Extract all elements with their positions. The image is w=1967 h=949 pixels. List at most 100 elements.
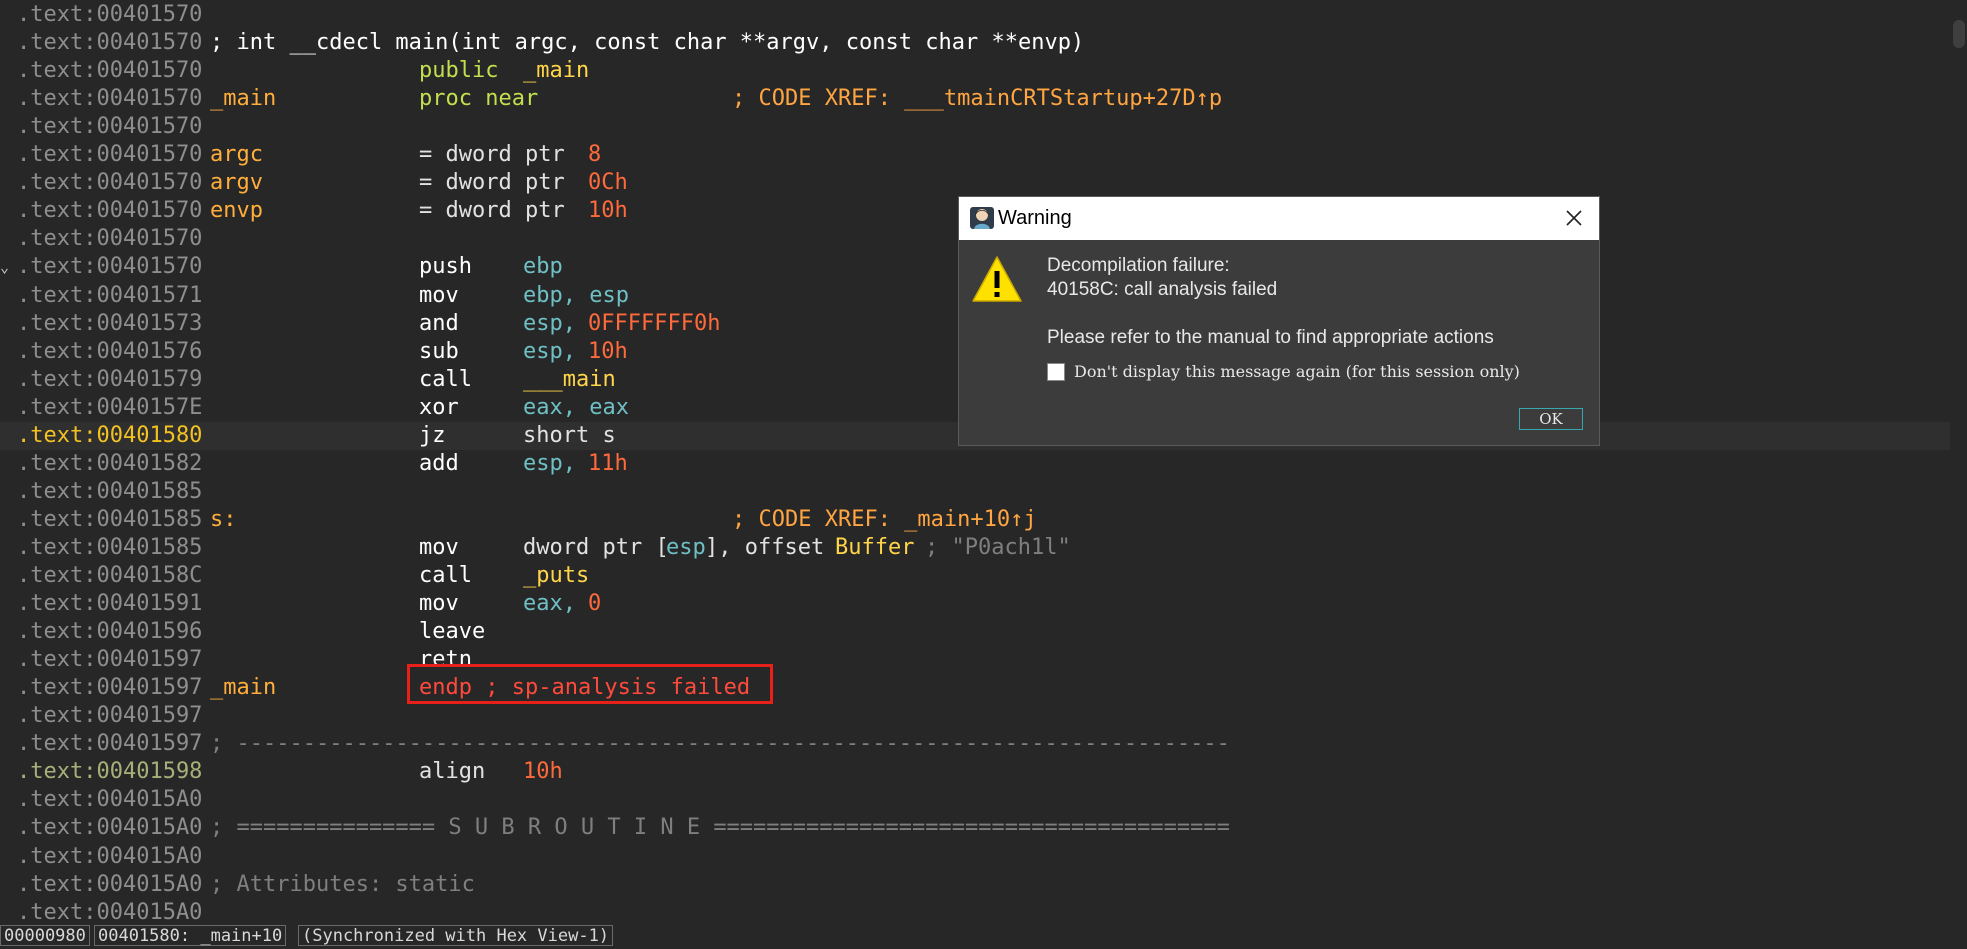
- code-line[interactable]: .text:00401585 s: ; CODE XREF: _main+10↑j: [0, 506, 1950, 534]
- code-token-comment[interactable]: ; =============== S U B R O U T I N E ==…: [210, 814, 1230, 842]
- code-token-plain[interactable]: short s: [523, 422, 616, 450]
- line-address[interactable]: .text:00401570: [17, 169, 202, 197]
- line-address[interactable]: .text:00401597: [17, 730, 202, 758]
- code-token-plain[interactable]: dword ptr [: [523, 534, 669, 562]
- code-line[interactable]: .text:00401585 mov dword ptr [esp], offset…: [0, 534, 1950, 562]
- code-token-num[interactable]: 8: [588, 141, 601, 169]
- code-token-kw[interactable]: call: [419, 562, 472, 590]
- code-token-name[interactable]: Buffer: [835, 534, 914, 562]
- code-token-xref[interactable]: ; CODE XREF: ___tmainCRTStartup+27D↑p: [732, 85, 1222, 113]
- code-token-num[interactable]: 0: [588, 590, 601, 618]
- code-token-num[interactable]: 10h: [588, 197, 628, 225]
- line-address[interactable]: .text:00401570: [17, 197, 202, 225]
- code-line[interactable]: .text:00401591 mov eax, 0: [0, 590, 1950, 618]
- line-address[interactable]: .text:00401598: [17, 758, 202, 786]
- line-address[interactable]: .text:00401570: [17, 1, 202, 29]
- line-address[interactable]: .text:00401596: [17, 618, 202, 646]
- code-token-label[interactable]: envp: [210, 197, 263, 225]
- line-address[interactable]: .text:00401582: [17, 450, 202, 478]
- code-token-num[interactable]: 0FFFFFFF0h: [588, 310, 720, 338]
- code-token-kw[interactable]: and: [419, 310, 459, 338]
- line-address[interactable]: .text:004015A0: [17, 843, 202, 871]
- code-line[interactable]: .text:00401585: [0, 478, 1950, 506]
- line-address[interactable]: .text:00401570: [17, 141, 202, 169]
- code-token-num[interactable]: 11h: [588, 450, 628, 478]
- line-address[interactable]: .text:00401585: [17, 506, 202, 534]
- line-address[interactable]: .text:00401570: [17, 29, 202, 57]
- code-token-kw[interactable]: leave: [419, 618, 485, 646]
- disassembly-view[interactable]: .text:00401570 .text:00401570; int __cdec…: [0, 0, 1950, 920]
- code-token-label[interactable]: argc: [210, 141, 263, 169]
- code-token-plain[interactable]: ], offset: [705, 534, 824, 562]
- line-address[interactable]: .text:00401585: [17, 478, 202, 506]
- line-address[interactable]: .text:00401570: [17, 57, 202, 85]
- line-address[interactable]: .text:004015A0: [17, 786, 202, 814]
- code-token-kw[interactable]: add: [419, 450, 459, 478]
- code-token-plain[interactable]: = dword ptr: [419, 197, 565, 225]
- scroll-thumb[interactable]: [1953, 20, 1965, 48]
- code-line[interactable]: .text:00401596 leave: [0, 618, 1950, 646]
- line-address[interactable]: .text:004015A0: [17, 814, 202, 842]
- code-token-kw[interactable]: sub: [419, 338, 459, 366]
- code-token-label[interactable]: _main: [210, 85, 276, 113]
- code-token-plain[interactable]: = dword ptr: [419, 169, 565, 197]
- line-address[interactable]: .text:004015A0: [17, 899, 202, 920]
- code-token-kw[interactable]: jz: [419, 422, 446, 450]
- dialog-title-bar[interactable]: Warning: [959, 197, 1599, 240]
- code-token-kw[interactable]: mov: [419, 282, 459, 310]
- code-line[interactable]: .text:00401597 retn: [0, 646, 1950, 674]
- line-address[interactable]: .text:00401579: [17, 366, 202, 394]
- code-token-kw[interactable]: push: [419, 253, 472, 281]
- fold-chevron-icon[interactable]: ⌄: [0, 253, 9, 281]
- code-line[interactable]: .text:00401582 add esp, 11h: [0, 450, 1950, 478]
- code-token-label[interactable]: _main: [210, 674, 276, 702]
- code-token-kw[interactable]: mov: [419, 590, 459, 618]
- close-icon[interactable]: [1561, 205, 1587, 231]
- line-address[interactable]: .text:0040158C: [17, 562, 202, 590]
- code-token-kw[interactable]: mov: [419, 534, 459, 562]
- code-line[interactable]: .text:0040158C call _puts: [0, 562, 1950, 590]
- code-line[interactable]: .text:004015A0 ; Attributes: static: [0, 871, 1950, 899]
- code-token-label[interactable]: s:: [210, 506, 237, 534]
- code-token-name[interactable]: _main: [523, 57, 589, 85]
- code-line[interactable]: .text:004015A0: [0, 843, 1950, 871]
- code-token-num[interactable]: 10h: [588, 338, 628, 366]
- code-line[interactable]: .text:00401597 _main endp ; sp-analysis fa…: [0, 674, 1950, 702]
- line-address[interactable]: .text:00401597: [17, 646, 202, 674]
- code-token-name[interactable]: ___main: [523, 366, 616, 394]
- code-line[interactable]: .text:00401570: [0, 1, 1950, 29]
- code-token-reg[interactable]: eax, eax: [523, 394, 629, 422]
- code-line[interactable]: .text:00401570 ; int __cdecl main(int arg…: [0, 29, 1950, 57]
- code-token-reg[interactable]: esp,: [523, 338, 576, 366]
- code-token-comment[interactable]: ; --------------------------------------…: [210, 730, 1230, 758]
- code-token-reg[interactable]: esp,: [523, 450, 576, 478]
- line-address[interactable]: .text:00401597: [17, 674, 202, 702]
- code-line[interactable]: .text:00401570: [0, 113, 1950, 141]
- code-token-num[interactable]: 10h: [523, 758, 563, 786]
- code-token-reg[interactable]: esp: [666, 534, 706, 562]
- code-token-kw[interactable]: call: [419, 366, 472, 394]
- code-token-label[interactable]: argv: [210, 169, 263, 197]
- code-token-reg[interactable]: eax,: [523, 590, 576, 618]
- code-line[interactable]: .text:00401570 argv = dword ptr 0Ch: [0, 169, 1950, 197]
- line-address[interactable]: .text:00401570: [17, 253, 202, 281]
- line-address[interactable]: .text:0040157E: [17, 394, 202, 422]
- line-address[interactable]: .text:00401570: [17, 113, 202, 141]
- dont-show-label[interactable]: Don't display this message again (for th…: [1074, 361, 1520, 383]
- line-address[interactable]: .text:00401570: [17, 85, 202, 113]
- code-token-directive[interactable]: proc near: [419, 85, 538, 113]
- code-line[interactable]: .text:00401570 argc = dword ptr 8: [0, 141, 1950, 169]
- code-token-plain[interactable]: align: [419, 758, 485, 786]
- ok-button[interactable]: OK: [1519, 408, 1583, 430]
- line-address[interactable]: .text:00401591: [17, 590, 202, 618]
- code-line[interactable]: .text:004015A0: [0, 786, 1950, 814]
- line-address[interactable]: .text:00401580: [17, 422, 202, 450]
- line-address[interactable]: .text:004015A0: [17, 871, 202, 899]
- code-token-num[interactable]: 0Ch: [588, 169, 628, 197]
- code-token-str[interactable]: ; "P0ach1l": [925, 534, 1071, 562]
- code-line[interactable]: .text:00401570 public _main: [0, 57, 1950, 85]
- code-token-xref[interactable]: ; CODE XREF: _main+10↑j: [732, 506, 1037, 534]
- code-token-directive[interactable]: public: [419, 57, 498, 85]
- code-line[interactable]: .text:00401598 align 10h: [0, 758, 1950, 786]
- line-address[interactable]: .text:00401571: [17, 282, 202, 310]
